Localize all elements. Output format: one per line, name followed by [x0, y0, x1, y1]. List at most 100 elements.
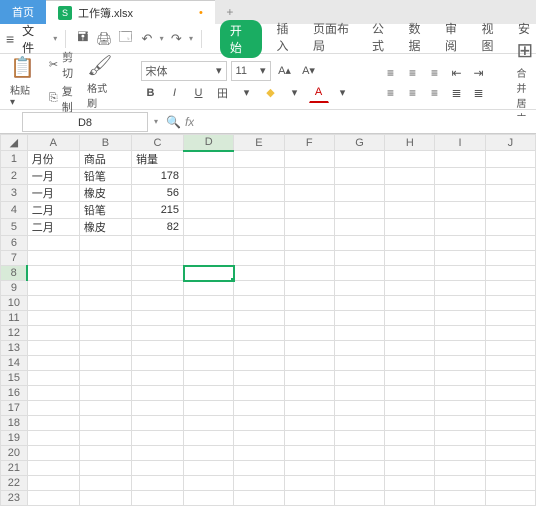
row-header[interactable]: 17 [1, 401, 28, 416]
border-button[interactable]: 田 [213, 83, 233, 103]
cell-B20[interactable] [79, 446, 131, 461]
copy-button[interactable]: ⎘复制 [49, 83, 73, 115]
cell-G8[interactable] [334, 266, 384, 281]
cell-A14[interactable] [27, 356, 79, 371]
row-header[interactable]: 21 [1, 461, 28, 476]
cell-G1[interactable] [334, 151, 384, 168]
redo-icon[interactable]: ↷ [168, 30, 185, 48]
cell-E9[interactable] [234, 281, 284, 296]
cell-F21[interactable] [284, 461, 334, 476]
cell-G6[interactable] [334, 236, 384, 251]
cell-H14[interactable] [385, 356, 435, 371]
cell-D1[interactable] [184, 151, 234, 168]
cell-E4[interactable] [234, 202, 284, 219]
cell-A16[interactable] [27, 386, 79, 401]
cell-J2[interactable] [485, 168, 535, 185]
cell-D22[interactable] [184, 476, 234, 491]
cell-I3[interactable] [435, 185, 485, 202]
cell-A11[interactable] [27, 311, 79, 326]
cell-J7[interactable] [485, 251, 535, 266]
cell-D23[interactable] [184, 491, 234, 506]
cell-J8[interactable] [485, 266, 535, 281]
row-header[interactable]: 2 [1, 168, 28, 185]
cell-J9[interactable] [485, 281, 535, 296]
cell-D14[interactable] [184, 356, 234, 371]
cell-B17[interactable] [79, 401, 131, 416]
cell-G21[interactable] [334, 461, 384, 476]
cell-F17[interactable] [284, 401, 334, 416]
align-top-right-button[interactable]: ≡ [425, 63, 445, 83]
chevron-down-icon[interactable]: ▾ [285, 83, 305, 103]
name-box[interactable]: D8 [22, 112, 148, 132]
cell-C22[interactable] [131, 476, 183, 491]
cell-A17[interactable] [27, 401, 79, 416]
cell-B13[interactable] [79, 341, 131, 356]
cell-C18[interactable] [131, 416, 183, 431]
cell-D8[interactable] [184, 266, 234, 281]
cell-A8[interactable] [27, 266, 79, 281]
cell-E6[interactable] [234, 236, 284, 251]
cell-F8[interactable] [284, 266, 334, 281]
cell-A23[interactable] [27, 491, 79, 506]
cell-I23[interactable] [435, 491, 485, 506]
row-header[interactable]: 6 [1, 236, 28, 251]
cell-A1[interactable]: 月份 [27, 151, 79, 168]
cell-B7[interactable] [79, 251, 131, 266]
cell-G4[interactable] [334, 202, 384, 219]
ribbon-tab-view[interactable]: 视图 [482, 20, 505, 58]
cell-C14[interactable] [131, 356, 183, 371]
cell-B15[interactable] [79, 371, 131, 386]
cell-G5[interactable] [334, 219, 384, 236]
cell-H15[interactable] [385, 371, 435, 386]
cell-G3[interactable] [334, 185, 384, 202]
fx-icon[interactable]: fx [185, 115, 194, 129]
cell-D3[interactable] [184, 185, 234, 202]
cell-E8[interactable] [234, 266, 284, 281]
cell-C1[interactable]: 销量 [131, 151, 183, 168]
font-name-select[interactable]: 宋体▾ [141, 61, 227, 81]
shrink-font-button[interactable]: A▾ [299, 61, 319, 81]
cell-C15[interactable] [131, 371, 183, 386]
file-menu-dropdown-icon[interactable]: ▾ [53, 34, 57, 43]
cell-G23[interactable] [334, 491, 384, 506]
align-bottom-right-button[interactable]: ≡ [425, 83, 445, 103]
cell-J11[interactable] [485, 311, 535, 326]
col-header-D[interactable]: D [184, 135, 234, 151]
paste-icon[interactable]: 📋 [10, 55, 35, 80]
cell-G14[interactable] [334, 356, 384, 371]
cell-G12[interactable] [334, 326, 384, 341]
col-header-J[interactable]: J [485, 135, 535, 151]
cell-A15[interactable] [27, 371, 79, 386]
cell-B22[interactable] [79, 476, 131, 491]
cell-H20[interactable] [385, 446, 435, 461]
cell-E11[interactable] [234, 311, 284, 326]
cell-H7[interactable] [385, 251, 435, 266]
row-header[interactable]: 3 [1, 185, 28, 202]
distribute-button[interactable]: ≣ [469, 83, 489, 103]
cell-F9[interactable] [284, 281, 334, 296]
cell-E13[interactable] [234, 341, 284, 356]
row-header[interactable]: 1 [1, 151, 28, 168]
cell-B16[interactable] [79, 386, 131, 401]
row-header[interactable]: 23 [1, 491, 28, 506]
cell-I5[interactable] [435, 219, 485, 236]
cell-A5[interactable]: 二月 [27, 219, 79, 236]
cell-F20[interactable] [284, 446, 334, 461]
cell-J13[interactable] [485, 341, 535, 356]
col-header-A[interactable]: A [27, 135, 79, 151]
cell-H6[interactable] [385, 236, 435, 251]
name-box-dropdown-icon[interactable]: ▾ [154, 117, 158, 126]
cell-A18[interactable] [27, 416, 79, 431]
row-header[interactable]: 20 [1, 446, 28, 461]
formula-input[interactable] [194, 116, 536, 128]
cell-A3[interactable]: 一月 [27, 185, 79, 202]
cell-G10[interactable] [334, 296, 384, 311]
cell-G18[interactable] [334, 416, 384, 431]
cell-I16[interactable] [435, 386, 485, 401]
cell-F6[interactable] [284, 236, 334, 251]
cell-I20[interactable] [435, 446, 485, 461]
cell-A7[interactable] [27, 251, 79, 266]
cell-J20[interactable] [485, 446, 535, 461]
cell-C7[interactable] [131, 251, 183, 266]
underline-button[interactable]: U [189, 83, 209, 103]
